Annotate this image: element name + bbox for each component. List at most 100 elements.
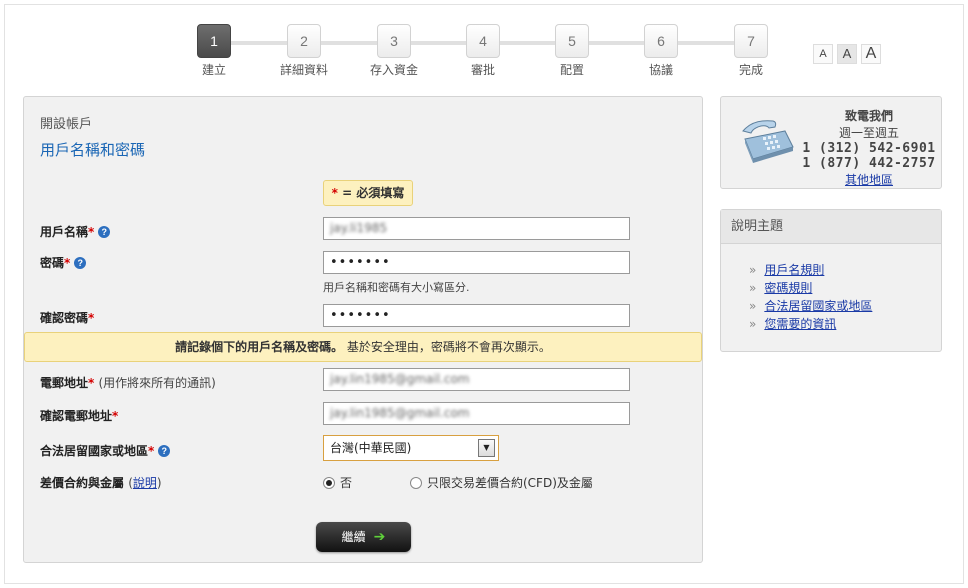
cfd-label-text: 差價合約與金屬	[40, 476, 125, 490]
step-3: 3 存入資金	[359, 24, 429, 78]
account-form-panel: 開設帳戶 用戶名稱和密碼 * = 必須填寫 用戶名稱*? jay.li1985 …	[23, 96, 703, 563]
cfd-option-no-label: 否	[340, 476, 353, 490]
email-value: jay.lin1985@gmail.com	[330, 372, 470, 386]
help-topic-link-password-rules[interactable]: 密碼規則	[764, 281, 812, 295]
username-input[interactable]: jay.li1985	[323, 217, 630, 240]
radio-unselected[interactable]	[410, 477, 422, 489]
required-field-note: * = 必須填寫	[323, 180, 413, 206]
password-value: •••••••	[330, 255, 391, 270]
step-7: 7 完成	[716, 24, 786, 78]
font-size-large-button[interactable]: A	[861, 44, 881, 64]
required-star: *	[88, 225, 95, 239]
credentials-warning: 請記錄個下的用戶名稱及密碼。 基於安全理由，密碼將不會再次顯示。	[24, 332, 702, 362]
country-label: 合法居留國家或地區*?	[40, 442, 171, 459]
warning-text: 基於安全理由，密碼將不會再次顯示。	[343, 340, 551, 354]
cfd-option-no[interactable]: 否	[323, 474, 352, 491]
help-topic-item: » 合法居留國家或地區	[749, 297, 941, 315]
help-topics-title: 說明主題	[721, 210, 941, 244]
help-icon[interactable]: ?	[158, 445, 171, 457]
step-number: 7	[734, 24, 768, 58]
email-note: (用作將來所有的通訊)	[98, 376, 216, 390]
step-number: 1	[197, 24, 231, 58]
help-topic-item: » 您需要的資訊	[749, 315, 941, 333]
required-star: *	[148, 444, 155, 458]
contact-phone-1: 1 (312) 542-6901	[802, 141, 936, 156]
step-4: 4 審批	[448, 24, 518, 78]
font-size-small-button[interactable]: A	[813, 44, 833, 64]
chevron-right-icon: »	[749, 317, 757, 331]
cfd-label: 差價合約與金屬 (說明)	[40, 474, 162, 491]
step-label: 審批	[470, 63, 495, 77]
help-icon[interactable]: ?	[74, 257, 87, 269]
chevron-down-icon[interactable]: ▼	[478, 439, 495, 457]
font-size-medium-button[interactable]: A	[837, 44, 857, 64]
username-value: jay.li1985	[330, 221, 388, 235]
warning-bold-text: 請記錄個下的用戶名稱及密碼。	[175, 340, 344, 354]
required-star: *	[88, 376, 95, 390]
confirm-password-label: 確認密碼*	[40, 309, 94, 326]
confirm-email-input[interactable]: jay.lin1985@gmail.com	[323, 402, 630, 425]
step-label: 存入資金	[369, 63, 418, 77]
confirm-email-label-text: 確認電郵地址	[40, 409, 113, 423]
section-title: 開設帳戶	[40, 117, 93, 132]
other-regions-link[interactable]: 其他地區	[799, 171, 939, 188]
step-6: 6 協議	[626, 24, 696, 78]
step-1: 1 建立	[179, 24, 249, 78]
help-topic-item: » 用戶名規則	[749, 261, 941, 279]
continue-button-label: 繼續	[341, 530, 366, 544]
cfd-help-link[interactable]: 說明	[133, 476, 157, 490]
help-topic-link-username-rules[interactable]: 用戶名規則	[764, 263, 824, 277]
step-number: 6	[644, 24, 678, 58]
password-label: 密碼*?	[40, 254, 87, 271]
email-label-text: 電郵地址	[40, 376, 89, 390]
required-note-text: = 必須填寫	[337, 186, 405, 200]
radio-selected[interactable]	[323, 477, 335, 489]
help-topic-link-residence[interactable]: 合法居留國家或地區	[764, 299, 872, 313]
step-label: 建立	[201, 63, 226, 77]
help-topic-link-info-needed[interactable]: 您需要的資訊	[764, 317, 836, 331]
contact-box: 致電我們 週一至週五 1 (312) 542-6901 1 (877) 442-…	[720, 96, 942, 189]
step-label: 完成	[738, 63, 763, 77]
password-label-text: 密碼	[40, 256, 65, 270]
help-topics-list: » 用戶名規則 » 密碼規則 » 合法居留國家或地區 » 您需要的資訊	[721, 244, 941, 333]
step-label: 詳細資料	[279, 63, 328, 77]
cfd-option-only[interactable]: 只限交易差價合約(CFD)及金屬	[410, 474, 593, 491]
confirm-email-label: 確認電郵地址*	[40, 407, 118, 424]
password-hint: 用戶名稱和密碼有大小寫區分.	[323, 281, 470, 294]
chevron-right-icon: »	[749, 299, 757, 313]
chevron-right-icon: »	[749, 281, 757, 295]
step-2: 2 詳細資料	[269, 24, 339, 78]
confirm-password-value: •••••••	[330, 308, 391, 323]
required-star: *	[112, 409, 119, 423]
cfd-option-only-label: 只限交易差價合約(CFD)及金屬	[427, 476, 593, 490]
continue-button[interactable]: 繼續 ➔	[316, 522, 411, 552]
chevron-right-icon: »	[749, 263, 757, 277]
confirm-email-value: jay.lin1985@gmail.com	[330, 406, 470, 420]
password-input[interactable]: •••••••	[323, 251, 630, 274]
contact-text: 致電我們 週一至週五 1 (312) 542-6901 1 (877) 442-…	[799, 107, 939, 188]
step-5: 5 配置	[537, 24, 607, 78]
required-star: *	[88, 311, 95, 325]
help-icon[interactable]: ?	[98, 226, 111, 238]
username-label: 用戶名稱*?	[40, 223, 111, 240]
help-topic-item: » 密碼規則	[749, 279, 941, 297]
username-label-text: 用戶名稱	[40, 225, 89, 239]
email-label: 電郵地址* (用作將來所有的通訊)	[40, 374, 216, 391]
contact-hours: 週一至週五	[838, 126, 899, 140]
step-number: 3	[377, 24, 411, 58]
confirm-password-input[interactable]: •••••••	[323, 304, 630, 327]
contact-title: 致電我們	[844, 109, 893, 123]
step-number: 2	[287, 24, 321, 58]
required-star: *	[64, 256, 71, 270]
cfd-paren-close: )	[156, 476, 162, 490]
arrow-right-icon: ➔	[373, 529, 386, 545]
progress-stepper: 1 建立 2 詳細資料 3 存入資金 4 審批 5 配置 6 協議 7 完成	[190, 24, 790, 80]
font-size-controls: A A A	[813, 44, 881, 64]
step-number: 4	[466, 24, 500, 58]
step-number: 5	[555, 24, 589, 58]
step-label: 協議	[648, 63, 673, 77]
telephone-icon	[742, 120, 794, 163]
email-input[interactable]: jay.lin1985@gmail.com	[323, 368, 630, 391]
contact-phone-2: 1 (877) 442-2757	[802, 156, 936, 171]
country-select[interactable]: 台灣(中華民國) ▼	[323, 435, 499, 461]
